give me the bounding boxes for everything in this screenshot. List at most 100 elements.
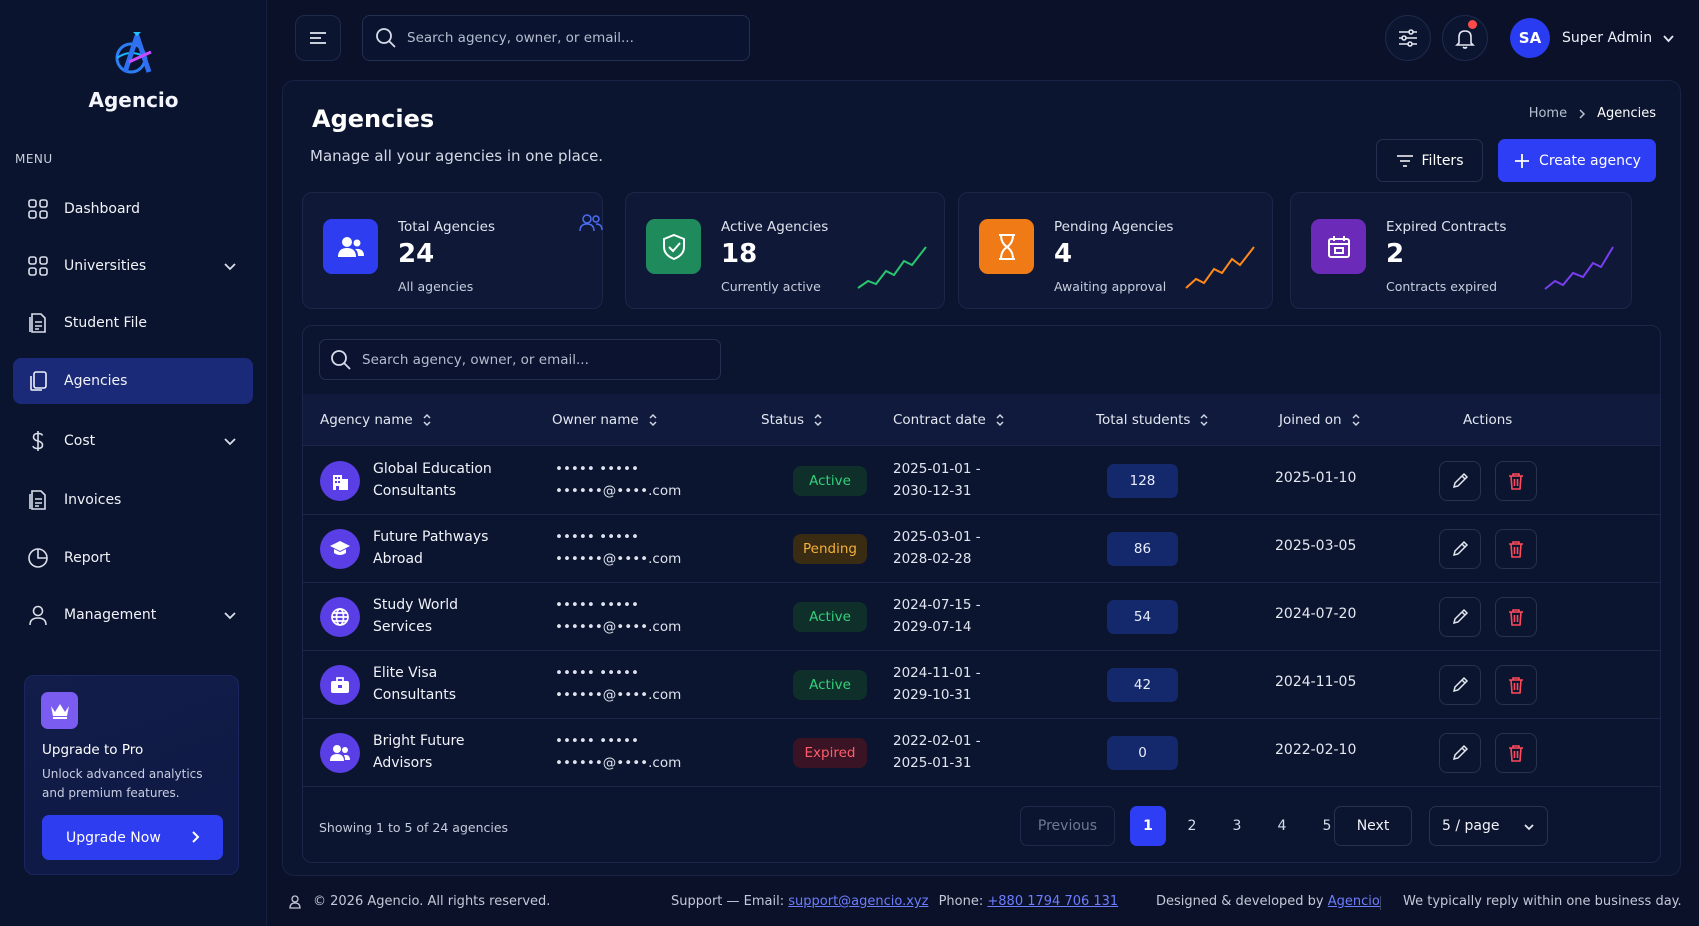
table-row: Elite Visa Consultants ••••• ••••• ••••••@… <box>303 651 1660 719</box>
phone-prefix: Phone: <box>938 894 984 909</box>
agency-name-line: Consultants <box>373 687 456 703</box>
agency-name[interactable]: Global Education Consultants <box>373 458 543 502</box>
delete-button[interactable] <box>1495 461 1537 501</box>
menu-label: MENU <box>15 152 53 166</box>
designed-prefix: Designed & developed by <box>1156 894 1324 909</box>
page-size-select[interactable]: 5 / page <box>1429 806 1548 846</box>
owner-name: ••••• ••••• <box>555 665 639 681</box>
trash-icon <box>1509 609 1523 626</box>
page-title: Agencies <box>312 105 435 133</box>
table-row: Study World Services ••••• ••••• ••••••@••… <box>303 583 1660 651</box>
column-header-students[interactable]: Total students <box>1096 412 1209 428</box>
chevron-down-icon <box>1663 34 1674 42</box>
page-button-3[interactable]: 3 <box>1219 806 1255 846</box>
users-icon <box>320 733 360 773</box>
edit-button[interactable] <box>1439 461 1481 501</box>
pencil-icon <box>1452 472 1469 489</box>
column-label: Joined on <box>1279 412 1342 428</box>
column-header-actions: Actions <box>1463 412 1512 428</box>
edit-button[interactable] <box>1439 597 1481 637</box>
sidebar-item-invoices[interactable]: Invoices <box>13 477 253 523</box>
brand-logo[interactable]: Agencio <box>0 28 267 112</box>
support-phone-link[interactable]: +880 1794 706 131 <box>987 894 1118 909</box>
page-size-value: 5 / page <box>1442 818 1500 834</box>
page-subtitle: Manage all your agencies in one place. <box>310 147 604 165</box>
agency-name-line: Elite Visa <box>373 665 438 681</box>
agency-name[interactable]: Study World Services <box>373 594 543 638</box>
contract-date: 2025-01-01 - 2030-12-31 <box>893 458 981 502</box>
user-name: Super Admin <box>1562 30 1653 46</box>
delete-button[interactable] <box>1495 597 1537 637</box>
pencil-icon <box>1452 608 1469 625</box>
page-button-2[interactable]: 2 <box>1174 806 1210 846</box>
footer-divider <box>1380 896 1381 910</box>
menu-toggle-button[interactable] <box>295 15 341 61</box>
filter-icon <box>1396 154 1413 167</box>
building-icon <box>320 461 360 501</box>
students-count: 128 <box>1107 464 1178 498</box>
sort-icon <box>814 413 822 427</box>
delete-button[interactable] <box>1495 529 1537 569</box>
column-header-owner[interactable]: Owner name <box>552 412 658 428</box>
hourglass-icon <box>998 233 1015 260</box>
filters-button[interactable]: Filters <box>1376 139 1483 182</box>
agency-name-line: Global Education <box>373 461 492 477</box>
users-icon <box>337 236 364 257</box>
create-agency-label: Create agency <box>1539 152 1641 169</box>
agency-name[interactable]: Bright Future Advisors <box>373 730 543 774</box>
sidebar-item-dashboard[interactable]: Dashboard <box>13 186 253 232</box>
agency-name[interactable]: Future Pathways Abroad <box>373 526 543 570</box>
joined-date: 2025-01-10 <box>1275 470 1357 486</box>
stat-icon-tile <box>323 219 378 274</box>
edit-button[interactable] <box>1439 529 1481 569</box>
create-agency-button[interactable]: Create agency <box>1498 139 1656 182</box>
showing-count: Showing 1 to 5 of 24 agencies <box>319 820 509 835</box>
column-header-agency[interactable]: Agency name <box>320 412 432 428</box>
footer-support: Support — Email: support@agencio.xyz Pho… <box>671 894 1118 909</box>
edit-button[interactable] <box>1439 733 1481 773</box>
next-page-button[interactable]: Next <box>1334 806 1412 846</box>
page-button-1[interactable]: 1 <box>1130 806 1166 846</box>
edit-button[interactable] <box>1439 665 1481 705</box>
sort-icon <box>1200 413 1208 427</box>
pencil-icon <box>1452 744 1469 761</box>
sidebar-item-agencies[interactable]: Agencies <box>13 358 253 404</box>
stat-value: 4 <box>1054 239 1073 269</box>
breadcrumb-home[interactable]: Home <box>1529 106 1567 121</box>
sidebar-item-report[interactable]: Report <box>13 535 253 581</box>
column-header-contract[interactable]: Contract date <box>893 412 1005 428</box>
delete-button[interactable] <box>1495 733 1537 773</box>
notifications-button[interactable] <box>1442 15 1488 61</box>
agency-name-line: Study World <box>373 597 458 613</box>
previous-page-button[interactable]: Previous <box>1020 806 1115 846</box>
grid-icon <box>28 256 48 276</box>
user-menu[interactable]: SA Super Admin <box>1510 17 1675 59</box>
stat-note: Contracts expired <box>1386 279 1498 294</box>
page-button-4[interactable]: 4 <box>1264 806 1300 846</box>
sidebar-item-universities[interactable]: Universities <box>13 243 253 289</box>
global-search-input[interactable] <box>407 30 727 46</box>
sidebar-item-cost[interactable]: Cost <box>13 418 253 464</box>
delete-button[interactable] <box>1495 665 1537 705</box>
students-count: 54 <box>1107 600 1178 634</box>
global-search[interactable] <box>362 15 750 61</box>
table-search-input[interactable] <box>362 351 682 368</box>
sidebar-item-student-file[interactable]: Student File <box>13 300 253 346</box>
column-header-joined[interactable]: Joined on <box>1279 412 1361 428</box>
sidebar-item-management[interactable]: Management <box>13 592 253 638</box>
agency-name[interactable]: Elite Visa Consultants <box>373 662 543 706</box>
designed-by-link[interactable]: Agencio <box>1328 894 1380 909</box>
support-prefix: Support — Email: <box>671 894 785 909</box>
column-label: Actions <box>1463 412 1513 428</box>
dollar-icon <box>32 431 44 451</box>
owner-cell: ••••• ••••• ••••••@••••.com <box>555 458 681 502</box>
upgrade-now-button[interactable]: Upgrade Now <box>42 815 223 860</box>
settings-sliders-button[interactable] <box>1385 15 1431 61</box>
table-search[interactable] <box>319 339 721 380</box>
agency-name-line: Services <box>373 619 433 635</box>
support-email-link[interactable]: support@agencio.xyz <box>788 894 928 909</box>
promo-description: Unlock advanced analytics and premium fe… <box>42 767 203 800</box>
sort-icon <box>423 413 431 427</box>
stat-note: All agencies <box>398 279 474 294</box>
column-header-status[interactable]: Status <box>761 412 823 428</box>
